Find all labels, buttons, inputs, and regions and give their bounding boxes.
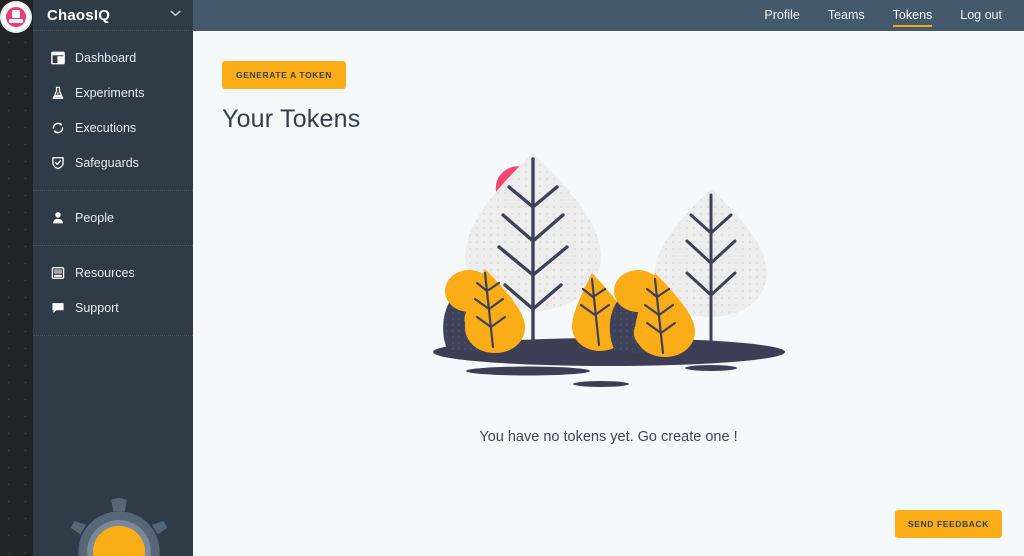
top-navigation-bar: Profile Teams Tokens Log out	[193, 0, 1024, 31]
empty-state-message: You have no tokens yet. Go create one !	[479, 429, 738, 445]
chat-icon	[51, 301, 65, 315]
logo-glyph	[6, 7, 26, 27]
sidebar-item-support[interactable]: Support	[33, 290, 193, 325]
sidebar-item-label: Executions	[75, 120, 137, 135]
sidebar-group-people: People	[33, 191, 193, 246]
topnav-item-teams[interactable]: Teams	[828, 8, 865, 24]
sidebar-group-help: Resources Support	[33, 246, 193, 336]
sidebar-item-label: Support	[75, 300, 119, 315]
dashboard-icon	[51, 51, 65, 65]
sidebar-header[interactable]: ChaosIQ	[33, 0, 193, 31]
generate-token-button[interactable]: GENERATE A TOKEN	[222, 61, 347, 89]
sidebar-item-label: People	[75, 210, 114, 225]
sidebar: ChaosIQ Dashboard Experiments Executions…	[33, 0, 193, 556]
chaosiq-logo-icon[interactable]	[2, 3, 30, 31]
send-feedback-button[interactable]: SEND FEEDBACK	[894, 510, 1002, 538]
page-title: Your Tokens	[222, 105, 361, 133]
person-icon	[51, 211, 65, 225]
sidebar-item-experiments[interactable]: Experiments	[33, 75, 193, 110]
sidebar-group-main: Dashboard Experiments Executions Safegua…	[33, 31, 193, 191]
topnav-item-tokens[interactable]: Tokens	[892, 8, 932, 27]
brand-name: ChaosIQ	[47, 6, 111, 24]
sidebar-item-safeguards[interactable]: Safeguards	[33, 145, 193, 180]
book-icon	[51, 266, 65, 280]
empty-state-trees-illustration	[193, 149, 1024, 395]
chevron-down-icon[interactable]	[170, 10, 181, 20]
main-content: GENERATE A TOKEN Your Tokens You have no…	[193, 31, 1024, 556]
sidebar-item-executions[interactable]: Executions	[33, 110, 193, 145]
topnav-item-profile[interactable]: Profile	[764, 8, 799, 24]
sidebar-item-dashboard[interactable]: Dashboard	[33, 40, 193, 75]
app-root: ChaosIQ Dashboard Experiments Executions…	[0, 0, 1024, 556]
gear-decoration-icon	[70, 497, 168, 556]
sidebar-item-people[interactable]: People	[33, 200, 193, 235]
sync-icon	[51, 121, 65, 135]
left-rail	[0, 0, 33, 556]
sidebar-item-label: Experiments	[75, 85, 145, 100]
shield-check-icon	[51, 156, 65, 170]
flask-icon	[51, 86, 65, 100]
sidebar-item-label: Safeguards	[75, 155, 139, 170]
topnav-item-logout[interactable]: Log out	[960, 8, 1002, 24]
right-column: Profile Teams Tokens Log out GENERATE A …	[193, 0, 1024, 556]
sidebar-item-label: Resources	[75, 265, 135, 280]
sidebar-item-resources[interactable]: Resources	[33, 255, 193, 290]
sidebar-item-label: Dashboard	[75, 50, 137, 65]
